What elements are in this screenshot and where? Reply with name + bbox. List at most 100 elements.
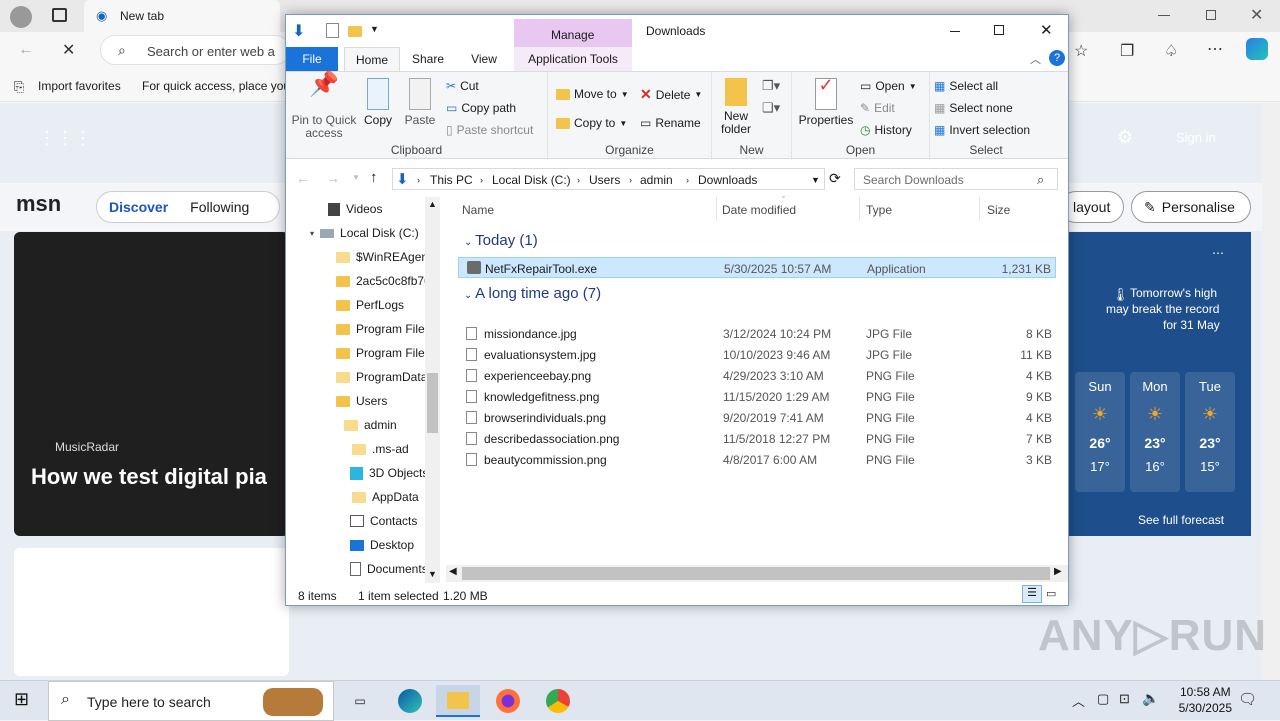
column-type[interactable]: Type — [866, 203, 892, 217]
select-all-button[interactable]: ▦ Select all — [934, 79, 998, 93]
restore-browser-icon[interactable] — [1206, 10, 1216, 20]
nav-item-videos[interactable]: Videos — [328, 197, 382, 221]
edge-taskbar-icon[interactable] — [388, 685, 432, 717]
new-folder-qat-icon[interactable] — [348, 26, 362, 37]
copy-to-button[interactable]: Copy to ▼ — [556, 116, 627, 130]
tray-chevron-icon[interactable]: ︿ — [1072, 691, 1085, 710]
invert-selection-button[interactable]: ▦ Invert selection — [934, 123, 1030, 137]
favorites-star-icon[interactable]: ☆ — [1074, 41, 1088, 61]
nav-forward-icon[interactable]: → — [326, 170, 340, 186]
file-row[interactable]: describedassociation.png 11/5/2018 12:27 … — [458, 428, 1056, 449]
refresh-icon[interactable]: ⟳ — [829, 170, 841, 187]
file-row-selected[interactable]: NetFxRepairTool.exe 5/30/2025 10:57 AM A… — [458, 257, 1056, 278]
file-row[interactable]: experienceebay.png 4/29/2023 3:10 AM PNG F… — [458, 365, 1056, 386]
extensions-icon[interactable]: ♤ — [1164, 41, 1178, 61]
see-full-forecast-link[interactable]: See full forecast — [1138, 513, 1224, 527]
breadcrumb-item[interactable]: admin — [640, 173, 673, 187]
tab-home[interactable]: Home — [344, 47, 400, 72]
delete-button[interactable]: ✕ Delete ▼ — [640, 86, 702, 103]
address-bar[interactable]: ⌕ Search or enter web a — [100, 35, 290, 65]
news-card[interactable] — [14, 548, 289, 676]
taskbar-search[interactable]: ⌕ Type here to search — [48, 681, 334, 721]
properties-button[interactable]: ✓ Properties — [798, 76, 854, 127]
tab-application-tools[interactable]: Application Tools — [514, 47, 632, 71]
nav-item-folder[interactable]: AppData — [352, 485, 419, 509]
new-folder-button[interactable]: New folder — [716, 78, 756, 136]
paste-shortcut-button[interactable]: ▯ Paste shortcut — [446, 123, 533, 137]
breadcrumb-item[interactable]: Users — [589, 173, 620, 187]
weather-card[interactable]: ⋯ 🌡 Tomorrow's high may break the record… — [1068, 232, 1251, 536]
collapse-ribbon-icon[interactable]: ︿ — [1030, 51, 1041, 67]
chrome-taskbar-icon[interactable] — [536, 685, 580, 717]
apps-grid-icon[interactable]: ⋮⋮⋮ — [38, 128, 92, 149]
nav-item-desktop[interactable]: Desktop — [350, 533, 414, 557]
group-header-old[interactable]: ⌄ A long time ago (7) — [464, 285, 1044, 302]
minimize-browser-icon[interactable] — [1158, 15, 1170, 16]
rename-button[interactable]: ▭ Rename — [640, 116, 701, 130]
copy-path-button[interactable]: ▭ Copy path — [446, 101, 516, 115]
nav-back-icon[interactable]: ← — [296, 170, 310, 186]
tab-view[interactable]: View — [460, 47, 508, 71]
personalise-button[interactable]: ✎ Personalise — [1131, 191, 1251, 223]
nav-item-folder[interactable]: ProgramData — [336, 365, 427, 389]
cut-button[interactable]: ✂ Cut — [446, 79, 479, 93]
open-button[interactable]: ▭ Open ▼ — [860, 79, 917, 93]
volume-icon[interactable]: 🔈 — [1142, 690, 1159, 707]
network-icon[interactable]: ⊡ — [1119, 691, 1130, 707]
notification-icon[interactable]: 🗨 — [1238, 690, 1257, 708]
nav-item-folder[interactable]: $WinREAgent — [336, 245, 431, 269]
breadcrumb-item[interactable]: Local Disk (C:) — [492, 173, 571, 187]
search-downloads-input[interactable]: Search Downloads ⌕ — [854, 168, 1058, 190]
copilot-icon[interactable] — [1246, 38, 1268, 60]
edit-button[interactable]: ✎ Edit — [860, 101, 895, 115]
tab-following-label[interactable]: Following — [190, 199, 249, 215]
sign-in-button[interactable]: Sign in — [1176, 130, 1216, 145]
breadcrumb-item[interactable]: Downloads — [698, 173, 757, 187]
file-row[interactable]: evaluationsystem.jpg 10/10/2023 9:46 AM JP… — [458, 344, 1056, 365]
scroll-up-icon[interactable]: ▲ — [428, 199, 437, 209]
tab-discover[interactable]: Discover Following — [96, 191, 280, 223]
start-windows-icon[interactable]: ⊞ — [14, 689, 29, 710]
easy-access-icon[interactable]: ❏▾ — [762, 100, 780, 116]
horizontal-scrollbar[interactable]: ◀ ▶ — [446, 565, 1068, 582]
nav-item-folder[interactable]: PerfLogs — [336, 293, 404, 317]
nav-item-folder[interactable]: Users — [336, 389, 387, 413]
address-path[interactable]: ⬇ › This PC › Local Disk (C:) › Users › … — [392, 168, 825, 190]
properties-qat-icon[interactable] — [326, 23, 339, 38]
layout-button[interactable]: layout — [1060, 191, 1124, 223]
column-date[interactable]: Date modified — [722, 203, 796, 217]
import-favorites-link[interactable]: Import favorites — [38, 79, 121, 93]
file-row[interactable]: beautycommission.png 4/8/2017 6:00 AM PNG … — [458, 449, 1056, 470]
weather-more-icon[interactable]: ⋯ — [1212, 246, 1224, 260]
close-icon[interactable]: ✕ — [1040, 21, 1053, 39]
file-row[interactable]: browserindividuals.png 9/20/2019 7:41 AM P… — [458, 407, 1056, 428]
nav-item-folder[interactable]: .ms-ad — [352, 437, 409, 461]
history-button[interactable]: ◷ History — [860, 123, 912, 137]
settings-gear-icon[interactable]: ⚙ — [1117, 127, 1133, 148]
more-menu-icon[interactable]: ⋯ — [1207, 39, 1223, 59]
stop-loading-icon[interactable]: ✕ — [62, 40, 75, 60]
firefox-taskbar-icon[interactable] — [486, 685, 530, 717]
column-name[interactable]: Name — [462, 203, 494, 217]
nav-item-3d-objects[interactable]: 3D Objects — [350, 461, 428, 485]
recent-locations-icon[interactable]: ▼ — [352, 173, 360, 182]
up-icon[interactable]: ↑ — [370, 169, 378, 186]
help-icon[interactable]: ? — [1049, 50, 1065, 66]
scroll-right-icon[interactable]: ▶ — [1054, 566, 1062, 577]
nav-item-documents[interactable]: Documents — [350, 557, 428, 581]
new-item-icon[interactable]: ❐▾ — [762, 78, 780, 94]
profile-icon[interactable] — [10, 6, 32, 28]
minimize-icon[interactable] — [950, 31, 960, 32]
address-dropdown-icon[interactable]: ▼ — [811, 175, 820, 185]
tray-device-icon[interactable]: ▢ — [1097, 691, 1109, 707]
nav-item-folder[interactable]: admin — [344, 413, 397, 437]
nav-scrollbar[interactable]: ▲ ▼ — [425, 197, 440, 583]
maximize-icon[interactable] — [994, 25, 1004, 35]
file-row[interactable]: knowledgefitness.png 11/15/2020 1:29 AM PN… — [458, 386, 1056, 407]
scroll-thumb[interactable] — [427, 373, 438, 433]
close-browser-icon[interactable]: ✕ — [1250, 5, 1263, 25]
collections-icon[interactable]: ❐ — [1120, 41, 1134, 61]
back-icon[interactable]: ← — [18, 41, 34, 59]
nav-item-folder[interactable]: Program Files — [336, 317, 431, 341]
nav-item-folder[interactable]: 2ac5c0c8fb76 — [336, 269, 431, 293]
